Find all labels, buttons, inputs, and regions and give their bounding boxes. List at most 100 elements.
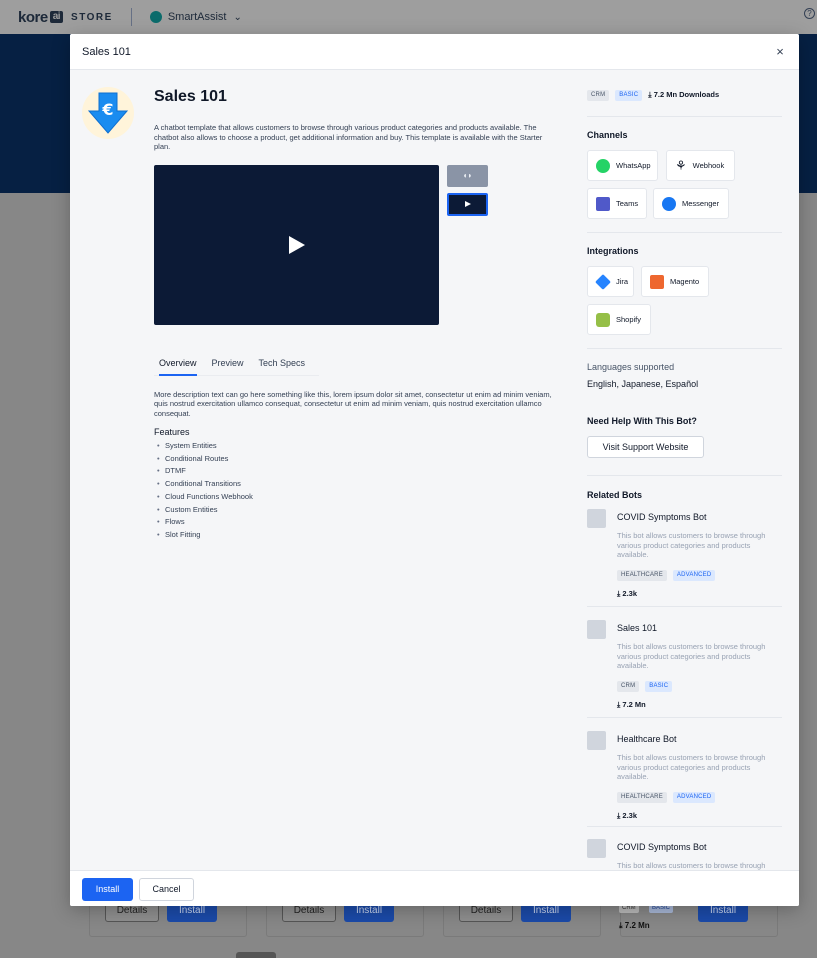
- related-bot-name[interactable]: COVID Symptoms Bot: [617, 512, 707, 522]
- divider: [587, 826, 782, 827]
- divider: [130, 8, 132, 26]
- bot-title: Sales 101: [154, 88, 227, 105]
- related-bot-downloads: ⤓ 2.3k: [617, 811, 638, 820]
- related-bot-name[interactable]: Sales 101: [617, 623, 657, 633]
- media-gallery: ◖◗: [154, 164, 559, 325]
- channel-messenger[interactable]: Messenger: [653, 188, 729, 219]
- product-switcher[interactable]: SmartAssist ⌄: [149, 11, 242, 23]
- divider: [587, 717, 782, 718]
- install-button[interactable]: Install: [82, 878, 133, 901]
- kore-ai-logo[interactable]: kore ai: [18, 8, 64, 26]
- magento-icon: [650, 274, 664, 289]
- help-icon[interactable]: ?: [804, 8, 815, 19]
- play-icon: [465, 200, 471, 207]
- divider: [587, 606, 782, 607]
- channels-heading: Channels: [587, 130, 628, 140]
- related-bot-card[interactable]: Healthcare Bot This bot allows customers…: [587, 731, 782, 831]
- downloads-value: 2.3k: [622, 811, 638, 820]
- category-tag: HEALTHCARE: [617, 570, 667, 581]
- related-bot-description: This bot allows customers to browse thro…: [617, 642, 766, 670]
- integration-jira[interactable]: Jira: [587, 266, 634, 297]
- plan-tag: BASIC: [645, 681, 673, 692]
- tab-tech-specs[interactable]: Tech Specs: [259, 356, 306, 376]
- category-tag: CRM: [617, 681, 640, 692]
- feature-item: Slot Fitting: [154, 529, 559, 542]
- feature-item: System Entities: [154, 440, 559, 453]
- channel-label: Messenger: [682, 199, 720, 208]
- related-bot-downloads: ⤓ 2.3k: [617, 589, 638, 598]
- teams-icon: [596, 196, 610, 211]
- divider: [587, 232, 782, 233]
- media-thumbnail[interactable]: ◖◗: [447, 164, 488, 187]
- sidebar: CRM BASIC ⤓ 7.2 Mn Downloads Channels Wh…: [587, 88, 782, 892]
- close-icon[interactable]: ×: [773, 44, 787, 59]
- bot-description: A chatbot template that allows customers…: [154, 123, 543, 151]
- related-bot-tags: HEALTHCARE ADVANCED: [617, 570, 716, 581]
- svg-text:€: €: [101, 100, 113, 119]
- downloads-value: 7.2 Mn: [622, 700, 646, 709]
- channel-whatsapp[interactable]: WhatsApp: [587, 150, 658, 181]
- background-downloads-value: 7.2 Mn: [624, 921, 650, 930]
- integration-magento[interactable]: Magento: [641, 266, 709, 297]
- logo-ai-badge: ai: [49, 11, 64, 23]
- bot-avatar: [587, 839, 606, 858]
- feature-item: Flows: [154, 516, 559, 529]
- plan-tag: ADVANCED: [672, 792, 716, 803]
- help-heading: Need Help With This Bot?: [587, 416, 697, 426]
- tab-overview[interactable]: Overview: [159, 356, 197, 376]
- audio-wave-icon: ◖◗: [462, 171, 473, 180]
- bot-icon: €: [82, 87, 134, 139]
- main-column: Sales 101 A chatbot template that allows…: [154, 88, 559, 542]
- bot-avatar: [587, 731, 606, 750]
- divider: [587, 348, 782, 349]
- channel-webhook[interactable]: ⚘ Webhook: [666, 150, 735, 181]
- feature-item: Conditional Transitions: [154, 478, 559, 491]
- logo-text: kore: [18, 8, 48, 26]
- play-icon[interactable]: [289, 235, 305, 254]
- related-bots-heading: Related Bots: [587, 490, 643, 500]
- features-heading: Features: [154, 427, 190, 437]
- related-bot-card[interactable]: Sales 101 This bot allows customers to b…: [587, 620, 782, 720]
- related-bot-card[interactable]: COVID Symptoms Bot This bot allows custo…: [587, 509, 782, 609]
- bot-meta: CRM BASIC ⤓ 7.2 Mn Downloads: [587, 88, 782, 102]
- smartassist-icon: [149, 11, 162, 23]
- bot-avatar: [587, 509, 606, 528]
- store-label: STORE: [71, 11, 113, 23]
- video-player[interactable]: [154, 164, 439, 325]
- related-bot-name[interactable]: Healthcare Bot: [617, 734, 677, 744]
- feature-item: DTMF: [154, 465, 559, 478]
- related-bot-name[interactable]: COVID Symptoms Bot: [617, 842, 707, 852]
- related-bot-description: This bot allows customers to browse thro…: [617, 531, 766, 559]
- channel-label: Teams: [616, 199, 639, 208]
- bot-avatar: [587, 620, 606, 639]
- modal-header: Sales 101 ×: [70, 34, 799, 70]
- channel-teams[interactable]: Teams: [587, 188, 647, 219]
- bot-details-modal: Sales 101 × € Sales 101 A chatbot templa…: [70, 34, 799, 906]
- related-bot-description: This bot allows customers to browse thro…: [617, 753, 766, 781]
- related-bot-tags: HEALTHCARE ADVANCED: [617, 792, 716, 803]
- detail-tabs: Overview Preview Tech Specs: [154, 356, 319, 376]
- category-tag: CRM: [587, 89, 610, 101]
- euro-arrow-icon: €: [87, 92, 129, 134]
- background-downloads: ⤓ 7.2 Mn: [619, 921, 650, 930]
- feature-item: Cloud Functions Webhook: [154, 491, 559, 504]
- languages-list: English, Japanese, Español: [587, 379, 699, 389]
- modal-footer: Install Cancel: [70, 870, 799, 906]
- video-thumbnail-selected[interactable]: [447, 192, 488, 216]
- visit-support-button[interactable]: Visit Support Website: [587, 436, 704, 458]
- overview-text: More description text can go here someth…: [154, 389, 552, 418]
- integration-label: Shopify: [616, 315, 642, 324]
- integration-shopify[interactable]: Shopify: [587, 304, 651, 335]
- plan-tag: ADVANCED: [672, 570, 716, 581]
- downloads-count: ⤓ 7.2 Mn Downloads: [648, 90, 719, 100]
- tab-preview[interactable]: Preview: [212, 356, 244, 376]
- integration-label: Magento: [670, 277, 700, 286]
- cancel-button[interactable]: Cancel: [139, 878, 194, 901]
- downloads-value: 2.3k: [622, 589, 638, 598]
- background-scroll-handle[interactable]: [236, 952, 276, 958]
- related-bot-tags: CRM BASIC: [617, 681, 673, 692]
- download-icon: ⤓: [648, 90, 652, 99]
- feature-item: Custom Entities: [154, 504, 559, 517]
- chevron-down-icon: ⌄: [233, 11, 242, 23]
- integrations-heading: Integrations: [587, 246, 639, 256]
